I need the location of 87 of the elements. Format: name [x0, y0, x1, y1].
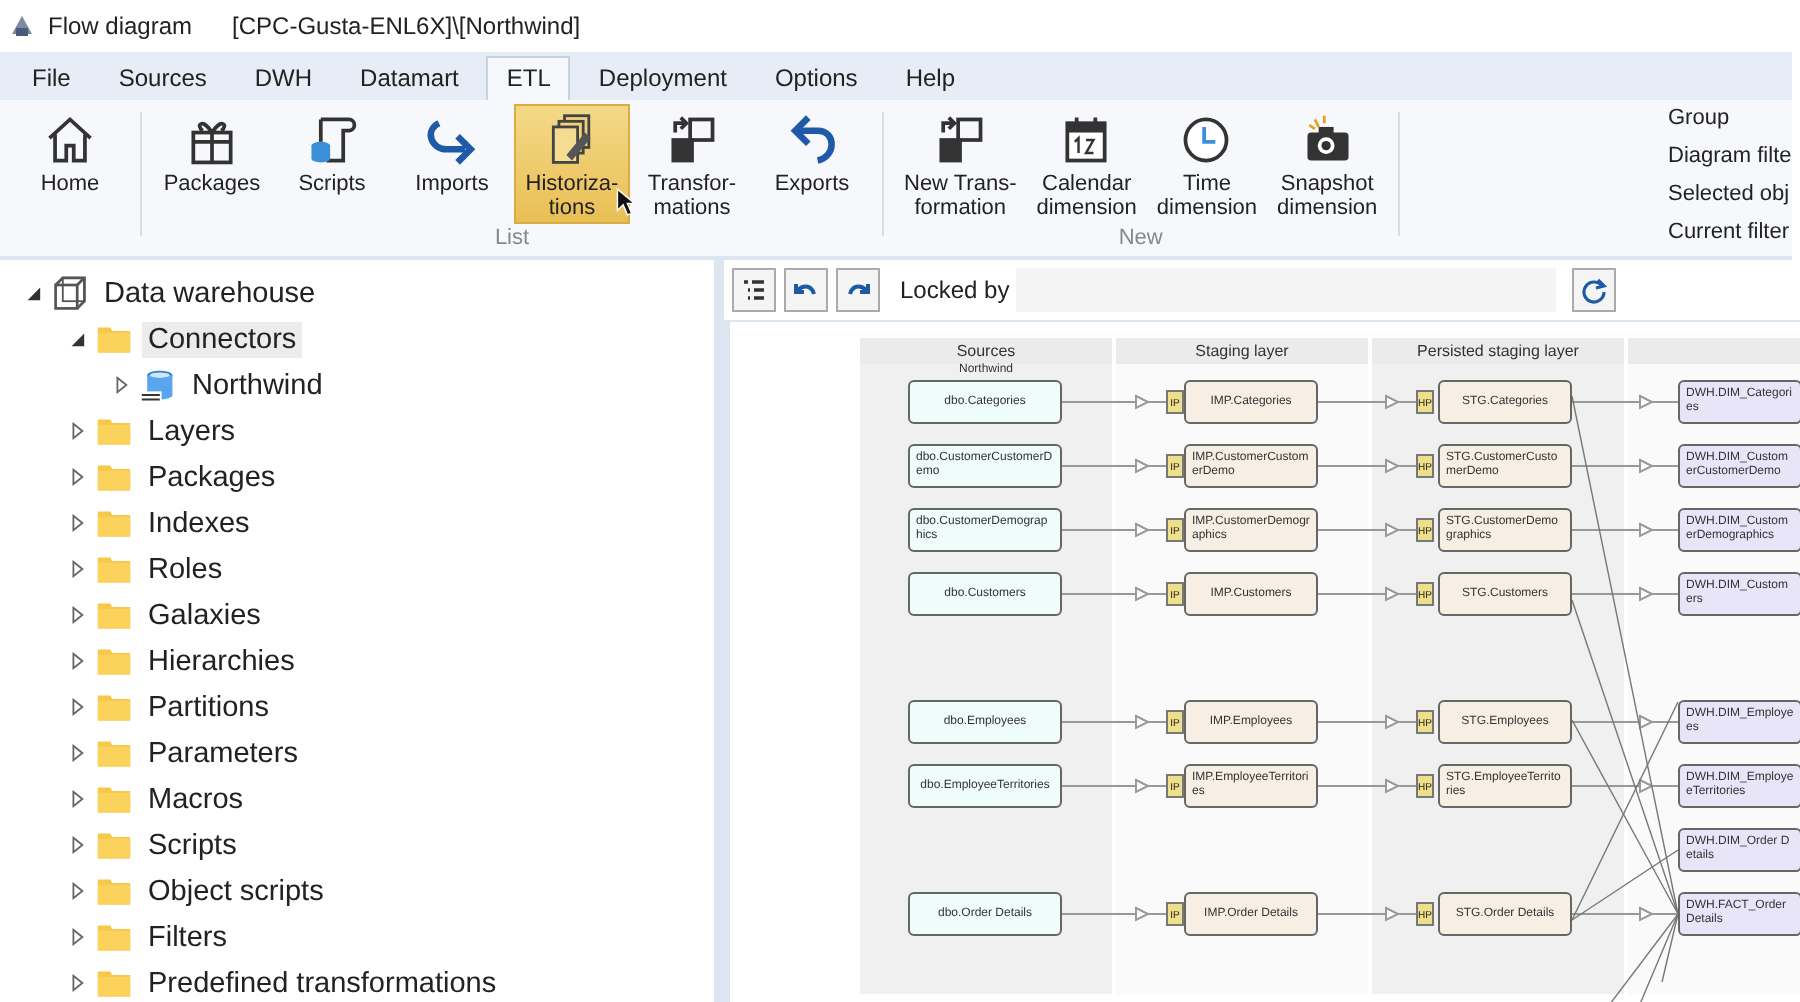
collapsed-arrow-icon[interactable]: [68, 744, 86, 762]
folder-icon: [96, 919, 132, 955]
undo-button[interactable]: [784, 268, 828, 312]
tree-item[interactable]: Roles: [142, 551, 229, 587]
locked-by-label: Locked by: [900, 276, 1008, 304]
redo-button[interactable]: [836, 268, 880, 312]
tree-item[interactable]: Filters: [142, 919, 233, 955]
collapsed-arrow-icon[interactable]: [68, 698, 86, 716]
menu-tab[interactable]: Deployment: [578, 56, 747, 100]
expanded-arrow-icon[interactable]: [68, 330, 86, 348]
menu-tab[interactable]: Help: [885, 56, 975, 100]
collapsed-arrow-icon[interactable]: [68, 928, 86, 946]
ribbon-group-label: New: [1118, 226, 1163, 250]
column-header: Sources: [860, 338, 1112, 364]
menu-tab[interactable]: DWH: [234, 56, 333, 100]
folder-icon: [96, 643, 132, 679]
collapsed-arrow-icon[interactable]: [68, 974, 86, 992]
ribbon-button[interactable]: Calendar dimension: [1028, 104, 1145, 224]
collapsed-arrow-icon[interactable]: [68, 560, 86, 578]
tree-item[interactable]: Hierarchies: [142, 643, 301, 679]
folder-icon: [96, 505, 132, 541]
tree-item[interactable]: Partitions: [142, 689, 275, 725]
tree-item[interactable]: Object scripts: [142, 873, 330, 909]
folder-icon: [96, 781, 132, 817]
ribbon-button[interactable]: Historiza- tions: [514, 104, 630, 224]
tree-item[interactable]: Galaxies: [142, 597, 267, 633]
collapsed-arrow-icon[interactable]: [68, 790, 86, 808]
tree-item[interactable]: Data warehouse: [98, 275, 322, 311]
ribbon-option[interactable]: Diagram filte: [1668, 142, 1792, 170]
folder-icon: [96, 551, 132, 587]
ribbon-button[interactable]: Time dimension: [1148, 104, 1266, 224]
collapsed-arrow-icon[interactable]: [68, 882, 86, 900]
window-title: Flow diagram: [48, 12, 193, 40]
menu-tab[interactable]: Datamart: [340, 56, 479, 100]
ribbon-button[interactable]: Imports: [394, 104, 510, 224]
collapsed-arrow-icon[interactable]: [112, 376, 130, 394]
folder-icon: [96, 459, 132, 495]
ribbon-button[interactable]: Exports: [754, 104, 870, 224]
ribbon-option[interactable]: Current filter: [1668, 218, 1792, 246]
tree-item[interactable]: Parameters: [142, 735, 304, 771]
ribbon-button[interactable]: New Trans- formation: [896, 104, 1025, 224]
cube-icon: [52, 275, 88, 311]
column-header: Persisted staging layer: [1372, 338, 1624, 364]
list-icon: [740, 276, 768, 304]
ribbon-button[interactable]: Scripts: [274, 104, 390, 224]
folder-icon: [96, 873, 132, 909]
tree-item[interactable]: Packages: [142, 459, 282, 495]
folder-icon: [96, 413, 132, 449]
folder-icon: [96, 321, 132, 357]
folder-icon: [96, 597, 132, 633]
collapsed-arrow-icon[interactable]: [68, 836, 86, 854]
ribbon-group-label: List: [494, 226, 530, 250]
collapsed-arrow-icon[interactable]: [68, 514, 86, 532]
tree-item[interactable]: Scripts: [142, 827, 243, 863]
menu-tab[interactable]: Sources: [98, 56, 227, 100]
list-view-button[interactable]: [732, 268, 776, 312]
collapsed-arrow-icon[interactable]: [68, 652, 86, 670]
window-path: [CPC-Gusta-ENL6X]\[Northwind]: [232, 12, 581, 40]
collapsed-arrow-icon[interactable]: [68, 606, 86, 624]
ribbon-option[interactable]: Selected obj: [1668, 180, 1792, 208]
ribbon-button[interactable]: Home: [12, 104, 128, 224]
collapsed-arrow-icon[interactable]: [68, 422, 86, 440]
sql-database-icon: [140, 367, 176, 403]
mouse-pointer-icon: [616, 186, 636, 218]
folder-icon: [96, 735, 132, 771]
refresh-icon: [1580, 276, 1608, 304]
collapsed-arrow-icon[interactable]: [68, 468, 86, 486]
folder-icon: [96, 965, 132, 1001]
menu-tab[interactable]: File: [12, 56, 91, 100]
refresh-button[interactable]: [1572, 268, 1616, 312]
menu-tab[interactable]: ETL: [486, 56, 571, 100]
menu-tab[interactable]: Options: [754, 56, 878, 100]
folder-icon: [96, 689, 132, 725]
ribbon-button[interactable]: Packages: [154, 104, 270, 224]
app-icon: [8, 12, 36, 40]
tree-item[interactable]: Connectors: [142, 321, 303, 357]
tree-item[interactable]: Indexes: [142, 505, 256, 541]
expanded-arrow-icon[interactable]: [24, 284, 42, 302]
ribbon-option[interactable]: Group: [1668, 104, 1792, 132]
ribbon-button[interactable]: Transfor- mations: [634, 104, 750, 224]
column-header: Staging layer: [1116, 338, 1368, 364]
tree-item[interactable]: Layers: [142, 413, 242, 449]
tree-item[interactable]: Northwind: [186, 367, 329, 403]
tree-item[interactable]: Macros: [142, 781, 250, 817]
tree-item[interactable]: Predefined transformations: [142, 965, 503, 1001]
ribbon-button[interactable]: Snapshot dimension: [1269, 104, 1386, 224]
folder-icon: [96, 827, 132, 863]
